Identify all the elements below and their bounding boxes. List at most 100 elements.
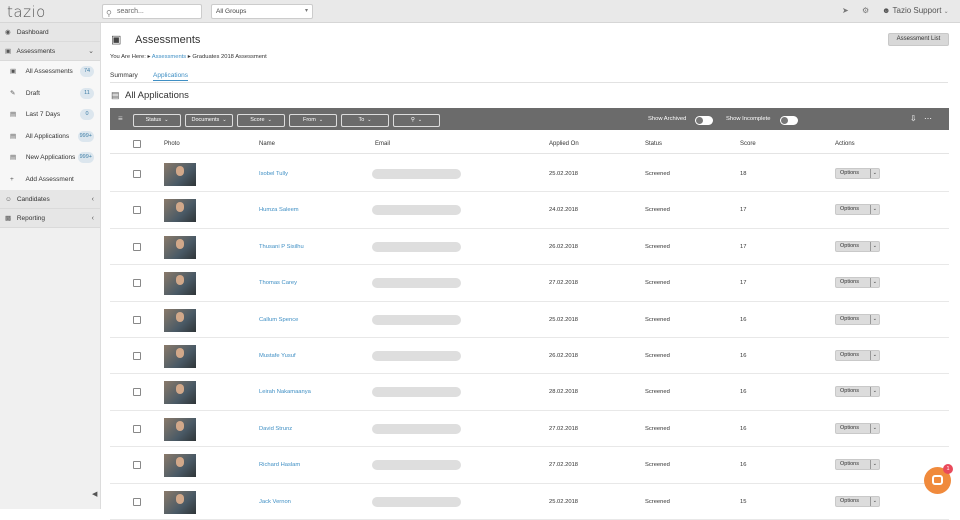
breadcrumb-link-assessments[interactable]: Assessments	[152, 54, 186, 60]
sidebar-item-draft[interactable]: ✎ Draft 11	[0, 82, 100, 104]
candidate-name-link[interactable]: Humza Saleem	[259, 207, 299, 213]
candidate-name-link[interactable]: Mustafe Yusuf	[259, 353, 296, 359]
table-row[interactable]: Thomas Carey 27.02.2018 Screened 17 Options ⌄	[110, 265, 949, 302]
row-checkbox[interactable]	[133, 170, 141, 178]
search-filter-button[interactable]: ⚲ ⌄	[393, 114, 440, 127]
tab-applications[interactable]: Applications	[153, 72, 189, 81]
options-button[interactable]: Options ⌄	[835, 168, 880, 179]
sidebar-section-assessments[interactable]: ▣ Assessments ⌄	[0, 42, 100, 61]
candidate-name-link[interactable]: David Strunz	[259, 426, 292, 432]
document-icon: ▤	[111, 90, 120, 100]
collapse-sidebar-icon[interactable]: ◀	[92, 490, 97, 498]
tag-icon[interactable]: ➤	[842, 6, 849, 15]
row-checkbox[interactable]	[133, 279, 141, 288]
row-checkbox[interactable]	[133, 388, 141, 397]
from-date-button[interactable]: From ⌄	[289, 114, 337, 127]
row-checkbox[interactable]	[133, 424, 141, 433]
groups-select[interactable]: All Groups ▾	[211, 4, 313, 19]
chat-launcher[interactable]: 1	[924, 464, 953, 494]
options-label: Options	[840, 424, 859, 431]
show-incomplete-toggle[interactable]	[780, 116, 798, 125]
candidate-name-link[interactable]: Jack Vernon	[259, 499, 291, 505]
table-row[interactable]: Thusani P Sisilhu 26.02.2018 Screened 17 Opt…	[110, 229, 949, 266]
select-all-checkbox[interactable]	[133, 140, 141, 148]
candidate-name-link[interactable]: Thusani P Sisilhu	[259, 244, 304, 250]
score-text: 16	[740, 389, 747, 396]
options-button[interactable]: Options ⌄	[835, 240, 880, 252]
candidate-photo[interactable]	[164, 272, 196, 296]
options-button[interactable]: Options ⌄	[835, 204, 880, 216]
documents-filter-button[interactable]: Documents ⌄	[185, 114, 233, 127]
gear-icon[interactable]: ⚙	[862, 6, 869, 15]
count-badge: 11	[80, 87, 94, 99]
row-checkbox[interactable]	[133, 242, 141, 251]
candidate-photo[interactable]	[164, 163, 196, 186]
candidate-photo[interactable]	[164, 345, 196, 368]
sidebar-section-candidates[interactable]: ☺ Candidates ‹	[0, 190, 100, 209]
candidate-photo[interactable]	[164, 308, 196, 332]
options-button[interactable]: Options ⌄	[835, 277, 880, 289]
column-header[interactable]: Applied On	[549, 141, 579, 147]
sidebar-section-reporting[interactable]: ▩ Reporting ‹	[0, 209, 100, 228]
table-row[interactable]: Jack Vernon 25.02.2018 Screened 15 Options ⌄	[110, 484, 949, 520]
options-button[interactable]: Options ⌄	[835, 459, 880, 471]
options-button[interactable]: Options ⌄	[835, 313, 880, 325]
sliders-icon[interactable]: ≡	[118, 114, 123, 123]
status-filter-button[interactable]: Status ⌄	[133, 114, 181, 127]
row-checkbox[interactable]	[133, 352, 141, 360]
score-text: 16	[740, 462, 747, 469]
options-button[interactable]: Options ⌄	[835, 386, 880, 398]
status-text: Screened	[645, 353, 670, 359]
sidebar-item-dashboard[interactable]: ◉ Dashboard	[0, 23, 100, 42]
to-date-button[interactable]: To ⌄	[341, 114, 389, 127]
table-row[interactable]: Humza Saleem 24.02.2018 Screened 17 Options ⌄	[110, 192, 949, 229]
table-row[interactable]: Leirah Nakamaanya 28.02.2018 Screened 16 Opt…	[110, 374, 949, 411]
column-header: Photo	[164, 141, 180, 147]
row-checkbox[interactable]	[133, 206, 141, 215]
options-button[interactable]: Options ⌄	[835, 495, 880, 507]
user-menu[interactable]: ☻ Tazio Support ⌄	[882, 6, 949, 15]
candidate-name-link[interactable]: Isobel Tully	[259, 171, 288, 177]
candidate-photo[interactable]	[164, 454, 196, 478]
tazio-logo[interactable]: tazio	[7, 3, 46, 21]
column-header[interactable]: Status	[645, 141, 662, 147]
tab-summary[interactable]: Summary	[110, 72, 138, 79]
candidate-photo[interactable]	[164, 199, 196, 223]
candidate-photo[interactable]	[164, 381, 196, 405]
table-row[interactable]: Mustafe Yusuf 26.02.2018 Screened 16 Options…	[110, 338, 949, 375]
table-row[interactable]: Richard Haslam 27.02.2018 Screened 16 Option…	[110, 447, 949, 484]
search-input[interactable]: ⚲ search...	[102, 4, 202, 19]
candidate-photo[interactable]	[164, 490, 196, 514]
score-filter-button[interactable]: Score ⌄	[237, 114, 285, 127]
options-button[interactable]: Options ⌄	[835, 350, 880, 361]
show-archived-toggle[interactable]	[695, 116, 713, 125]
download-icon[interactable]: ⇩	[910, 114, 917, 123]
candidate-name-link[interactable]: Thomas Carey	[259, 280, 297, 286]
sidebar-item-all-applications[interactable]: ▤ All Applications 999+	[0, 125, 100, 147]
column-header[interactable]: Score	[740, 141, 756, 147]
assessment-list-button[interactable]: Assessment List	[888, 33, 949, 46]
table-row[interactable]: Callum Spence 25.02.2018 Screened 16 Options…	[110, 302, 949, 338]
options-label: Options	[840, 315, 859, 322]
candidate-photo[interactable]	[164, 235, 196, 259]
candidate-name-link[interactable]: Callum Spence	[259, 317, 298, 323]
row-checkbox[interactable]	[133, 315, 141, 324]
options-button[interactable]: Options ⌄	[835, 422, 880, 434]
user-icon: ☻	[882, 6, 891, 15]
row-checkbox[interactable]	[133, 497, 141, 506]
table-row[interactable]: Isobel Tully 25.02.2018 Screened 18 Options ⌄	[110, 156, 949, 193]
column-header[interactable]: Email	[375, 141, 390, 147]
candidate-name-link[interactable]: Leirah Nakamaanya	[259, 389, 311, 395]
sidebar-item-add-assessment[interactable]: + Add Assessment	[0, 168, 100, 190]
sidebar-item-new-applications[interactable]: ▤ New Applications 999+	[0, 147, 100, 169]
search-icon: ⚲	[410, 117, 415, 123]
table-row[interactable]: David Strunz 27.02.2018 Screened 16 Options ⌄	[110, 411, 949, 448]
candidate-name-link[interactable]: Richard Haslam	[259, 462, 300, 468]
candidate-photo[interactable]	[164, 417, 196, 441]
sidebar-item-all-assessments[interactable]: ▣ All Assessments 74	[0, 61, 100, 83]
row-checkbox[interactable]	[133, 461, 141, 470]
column-header[interactable]: Name	[259, 141, 275, 147]
sidebar-item-last-7-days[interactable]: ▤ Last 7 Days 0	[0, 104, 100, 126]
more-icon[interactable]: ⋯	[924, 114, 932, 123]
calendar-icon: ▤	[10, 111, 17, 118]
